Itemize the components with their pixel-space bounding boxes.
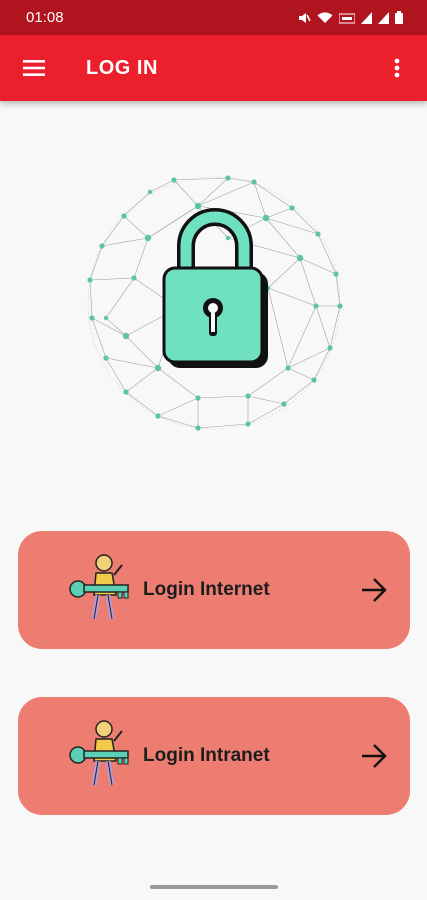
status-time: 01:08 xyxy=(26,9,64,26)
more-options-button[interactable] xyxy=(387,54,407,82)
mute-icon xyxy=(299,12,311,23)
more-vertical-icon xyxy=(394,58,400,78)
page-title: LOG IN xyxy=(86,57,158,79)
login-intranet-button[interactable]: Login Intranet xyxy=(18,697,410,815)
status-bar: 01:08 xyxy=(0,0,427,35)
home-indicator[interactable] xyxy=(150,885,278,889)
person-key-icon xyxy=(69,554,129,620)
battery-icon xyxy=(395,11,403,24)
person-key-icon xyxy=(69,720,129,786)
arrow-right-icon xyxy=(362,578,387,602)
app-bar: LOG IN xyxy=(0,35,427,101)
hamburger-menu-icon xyxy=(23,60,45,76)
padlock-network-illustration xyxy=(78,168,350,438)
volte-icon xyxy=(339,13,355,23)
arrow-right-icon xyxy=(362,744,387,768)
wifi-icon xyxy=(317,11,333,23)
status-icons xyxy=(298,11,403,24)
padlock-icon xyxy=(162,208,268,368)
login-intranet-label: Login Intranet xyxy=(143,745,270,766)
signal-icon xyxy=(378,11,389,24)
menu-button[interactable] xyxy=(20,54,48,82)
login-internet-label: Login Internet xyxy=(143,579,270,600)
login-internet-button[interactable]: Login Internet xyxy=(18,531,410,649)
signal-icon xyxy=(361,11,372,24)
